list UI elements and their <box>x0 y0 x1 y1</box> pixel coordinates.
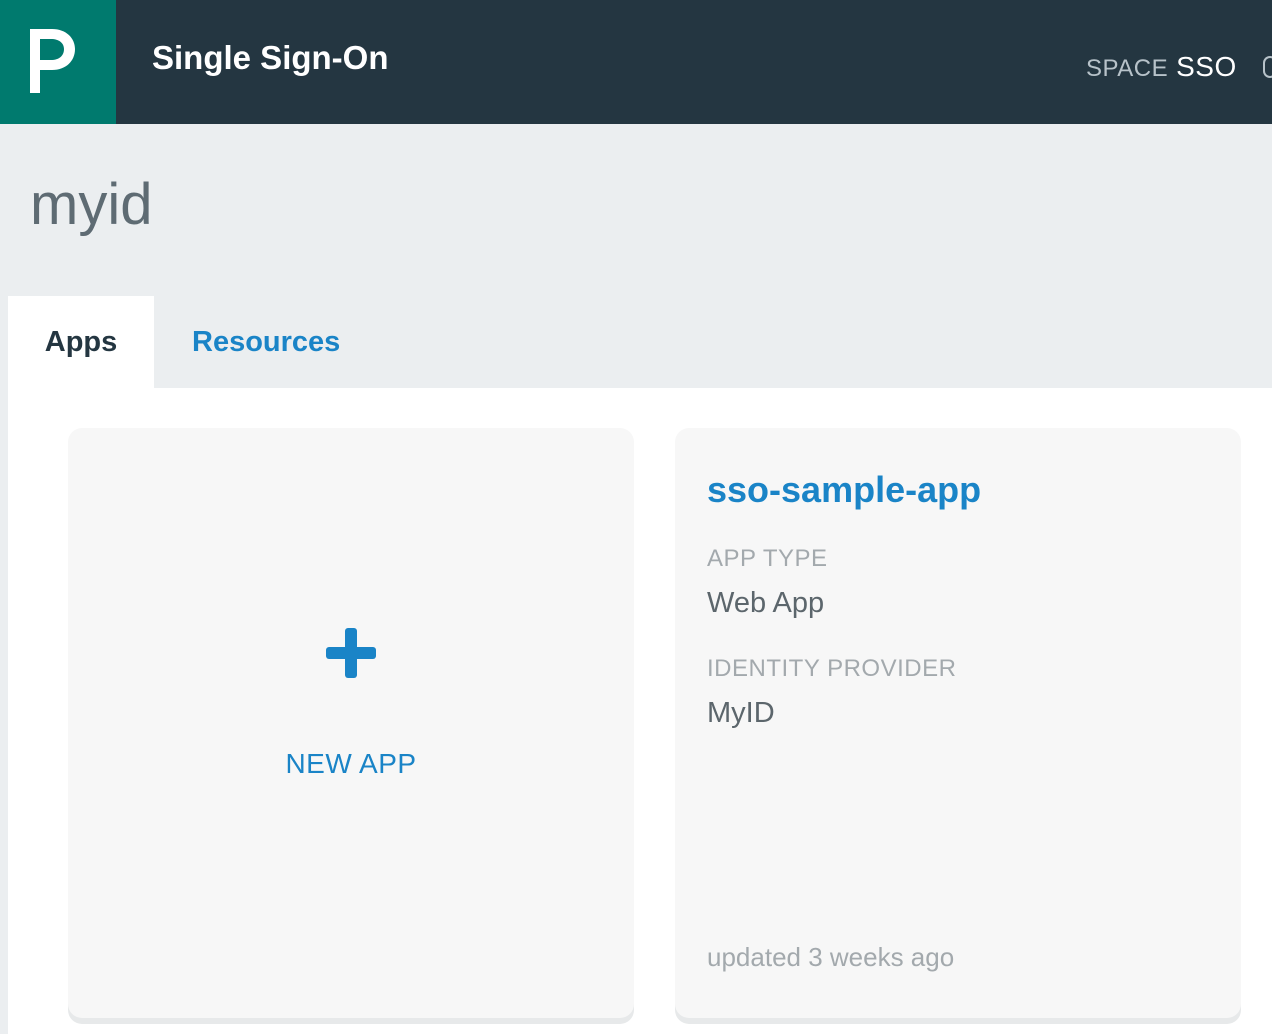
tab-resources[interactable]: Resources <box>192 296 340 388</box>
app-type-value: Web App <box>707 587 825 619</box>
identity-provider-value: MyID <box>707 697 775 729</box>
app-type-label: APP TYPE <box>707 545 828 572</box>
space-name: SSO <box>1176 51 1237 82</box>
truncated-header-item[interactable] <box>1263 56 1272 78</box>
logo-p-glyph <box>30 29 75 93</box>
identity-provider-label: IDENTITY PROVIDER <box>707 655 957 682</box>
app-title: Single Sign-On <box>152 39 389 76</box>
space-label: SPACE <box>1086 55 1169 82</box>
app-name-link[interactable]: sso-sample-app <box>707 468 981 512</box>
content-left-rail <box>0 388 8 1034</box>
org-band <box>0 124 1272 388</box>
pivotal-p-logo-icon[interactable] <box>0 0 116 124</box>
tab-apps[interactable]: Apps <box>8 296 154 388</box>
app-card[interactable]: sso-sample-app APP TYPE Web App IDENTITY… <box>675 428 1241 1018</box>
new-app-card[interactable]: NEW APP <box>68 428 634 1018</box>
page-title: myid <box>30 172 153 237</box>
new-app-label: NEW APP <box>285 748 417 779</box>
top-header: Single Sign-On SPACE SSO <box>0 0 1272 124</box>
updated-timestamp: updated 3 weeks ago <box>707 942 955 972</box>
space-selector[interactable]: SPACE SSO <box>1086 50 1237 89</box>
plus-icon <box>326 628 376 678</box>
